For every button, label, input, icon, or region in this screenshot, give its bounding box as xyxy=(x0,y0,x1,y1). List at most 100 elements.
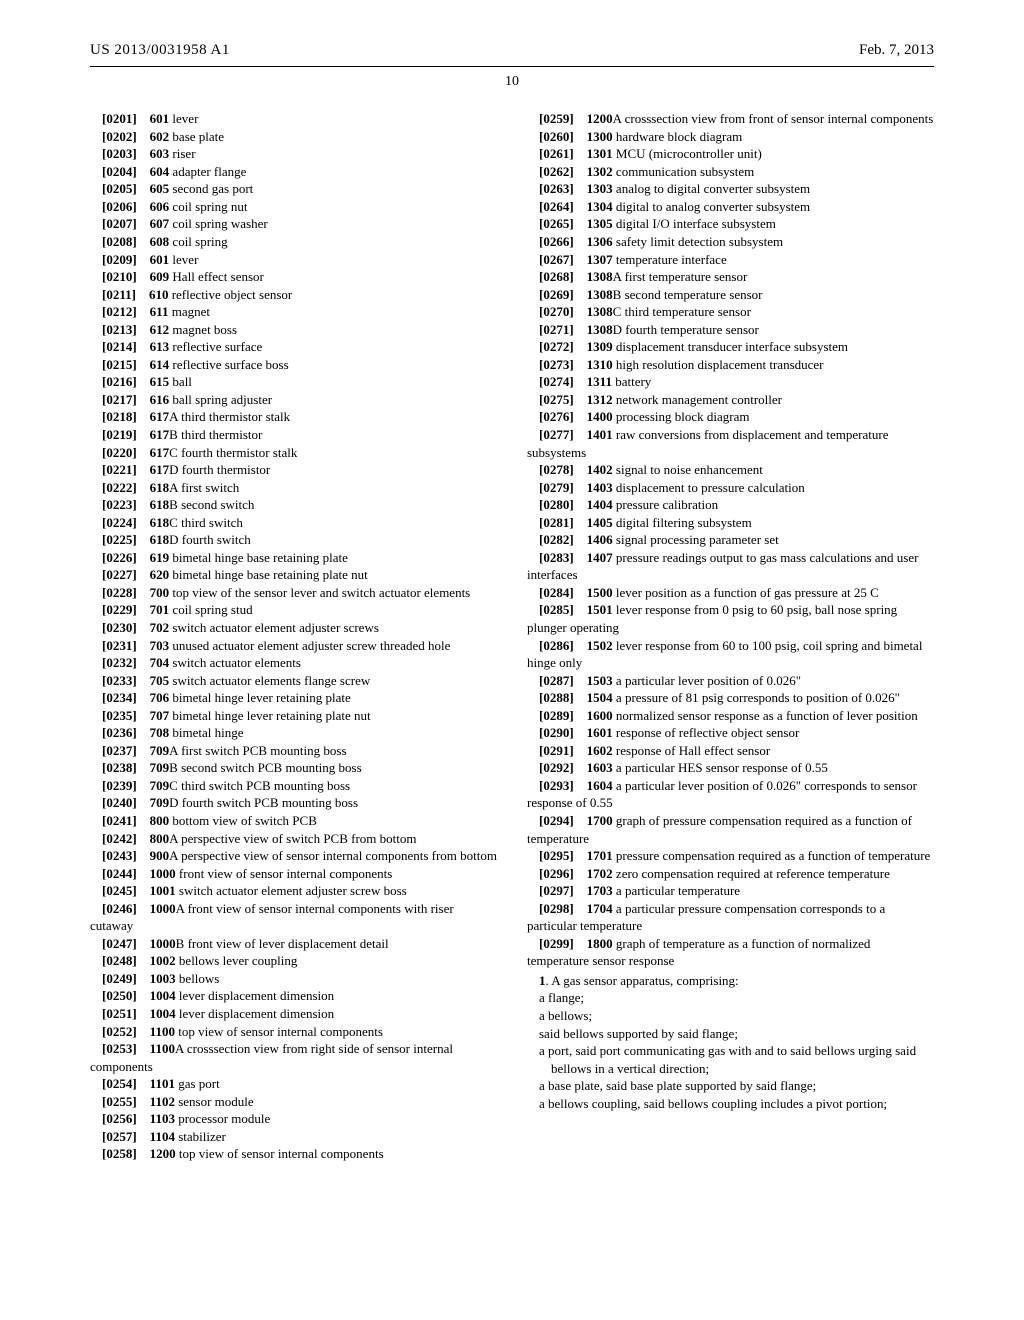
entry-text: response of reflective object sensor xyxy=(613,725,800,740)
paragraph-number: [0228] xyxy=(102,585,137,600)
entry-text: a particular temperature xyxy=(613,883,740,898)
entry-text: top view of the sensor lever and switch … xyxy=(169,585,470,600)
paragraph-number: [0217] xyxy=(102,392,137,407)
reference-numeral: 703 xyxy=(150,638,170,653)
entry-text: reflective surface boss xyxy=(169,357,288,372)
paragraph-number: [0215] xyxy=(102,357,137,372)
paragraph-number: [0224] xyxy=(102,515,137,530)
entry-text: coil spring nut xyxy=(169,199,247,214)
reference-numeral: 1404 xyxy=(587,497,613,512)
paragraph-entry: [0233] 705 switch actuator elements flan… xyxy=(90,672,497,690)
paragraph-entry: [0273] 1310 high resolution displacement… xyxy=(527,356,934,374)
claim-element: a base plate, said base plate supported … xyxy=(527,1077,934,1095)
paragraph-entry: [0266] 1306 safety limit detection subsy… xyxy=(527,233,934,251)
reference-numeral: 606 xyxy=(150,199,170,214)
reference-numeral: 608 xyxy=(150,234,170,249)
paragraph-number: [0275] xyxy=(539,392,574,407)
entry-text: switch actuator element adjuster screws xyxy=(169,620,379,635)
entry-text: magnet boss xyxy=(169,322,237,337)
paragraph-entry: [0206] 606 coil spring nut xyxy=(90,198,497,216)
entry-text: a particular pressure compensation corre… xyxy=(527,901,885,934)
reference-numeral: 1604 xyxy=(587,778,613,793)
paragraph-number: [0258] xyxy=(102,1146,137,1161)
paragraph-entry: [0242] 800A perspective view of switch P… xyxy=(90,830,497,848)
entry-text: zero compensation required at reference … xyxy=(613,866,890,881)
reference-numeral: 704 xyxy=(150,655,170,670)
reference-numeral: 1308 xyxy=(587,269,613,284)
entry-text: bimetal hinge base retaining plate nut xyxy=(169,567,368,582)
entry-text: top view of sensor internal components xyxy=(175,1024,383,1039)
paragraph-number: [0251] xyxy=(102,1006,137,1021)
paragraph-entry: [0213] 612 magnet boss xyxy=(90,321,497,339)
reference-numeral: 1101 xyxy=(150,1076,175,1091)
paragraph-number: [0267] xyxy=(539,252,574,267)
paragraph-number: [0202] xyxy=(102,129,137,144)
publication-date: Feb. 7, 2013 xyxy=(859,40,934,60)
reference-numeral: 1103 xyxy=(150,1111,175,1126)
entry-text: A first switch PCB mounting boss xyxy=(169,743,346,758)
reference-numeral: 617 xyxy=(150,409,170,424)
paragraph-number: [0249] xyxy=(102,971,137,986)
reference-numeral: 1307 xyxy=(587,252,613,267)
paragraph-number: [0296] xyxy=(539,866,574,881)
entry-text: B second switch xyxy=(169,497,254,512)
paragraph-number: [0231] xyxy=(102,638,137,653)
reference-numeral: 603 xyxy=(150,146,170,161)
reference-numeral: 1300 xyxy=(587,129,613,144)
paragraph-number: [0252] xyxy=(102,1024,137,1039)
paragraph-entry: [0267] 1307 temperature interface xyxy=(527,251,934,269)
reference-numeral: 1309 xyxy=(587,339,613,354)
reference-numeral: 700 xyxy=(150,585,170,600)
paragraph-entry: [0210] 609 Hall effect sensor xyxy=(90,268,497,286)
reference-numeral: 612 xyxy=(150,322,170,337)
entry-text: lever xyxy=(169,252,198,267)
paragraph-entry: [0249] 1003 bellows xyxy=(90,970,497,988)
paragraph-number: [0247] xyxy=(102,936,137,951)
body-columns: [0201] 601 lever[0202] 602 base plate[02… xyxy=(90,110,934,1163)
entry-text: digital filtering subsystem xyxy=(613,515,752,530)
paragraph-number: [0238] xyxy=(102,760,137,775)
reference-numeral: 1702 xyxy=(587,866,613,881)
reference-numeral: 706 xyxy=(150,690,170,705)
paragraph-entry: [0218] 617A third thermistor stalk xyxy=(90,408,497,426)
entry-text: a particular lever position of 0.026" xyxy=(613,673,801,688)
paragraph-entry: [0224] 618C third switch xyxy=(90,514,497,532)
paragraph-entry: [0203] 603 riser xyxy=(90,145,497,163)
paragraph-entry: [0256] 1103 processor module xyxy=(90,1110,497,1128)
reference-numeral: 1308 xyxy=(587,304,613,319)
reference-numeral: 1302 xyxy=(587,164,613,179)
paragraph-number: [0205] xyxy=(102,181,137,196)
reference-numeral: 1405 xyxy=(587,515,613,530)
paragraph-entry: [0216] 615 ball xyxy=(90,373,497,391)
paragraph-number: [0233] xyxy=(102,673,137,688)
paragraph-entry: [0226] 619 bimetal hinge base retaining … xyxy=(90,549,497,567)
paragraph-entry: [0290] 1601 response of reflective objec… xyxy=(527,724,934,742)
paragraph-number: [0204] xyxy=(102,164,137,179)
paragraph-entry: [0275] 1312 network management controlle… xyxy=(527,391,934,409)
paragraph-number: [0213] xyxy=(102,322,137,337)
reference-numeral: 1407 xyxy=(587,550,613,565)
entry-text: front view of sensor internal components xyxy=(176,866,393,881)
left-column: [0201] 601 lever[0202] 602 base plate[02… xyxy=(90,110,497,1163)
paragraph-entry: [0229] 701 coil spring stud xyxy=(90,601,497,619)
reference-numeral: 601 xyxy=(150,252,170,267)
entry-text: base plate xyxy=(169,129,224,144)
entry-text: communication subsystem xyxy=(613,164,755,179)
reference-numeral: 1004 xyxy=(150,988,176,1003)
claim-lead: 1. A gas sensor apparatus, comprising: xyxy=(527,972,934,990)
paragraph-entry: [0240] 709D fourth switch PCB mounting b… xyxy=(90,794,497,812)
paragraph-entry: [0285] 1501 lever response from 0 psig t… xyxy=(527,601,934,636)
reference-numeral: 1306 xyxy=(587,234,613,249)
paragraph-number: [0284] xyxy=(539,585,574,600)
reference-numeral: 614 xyxy=(150,357,170,372)
paragraph-entry: [0215] 614 reflective surface boss xyxy=(90,356,497,374)
paragraph-number: [0297] xyxy=(539,883,574,898)
paragraph-entry: [0276] 1400 processing block diagram xyxy=(527,408,934,426)
reference-numeral: 1700 xyxy=(587,813,613,828)
paragraph-entry: [0286] 1502 lever response from 60 to 10… xyxy=(527,637,934,672)
reference-numeral: 800 xyxy=(150,813,170,828)
entry-text: reflective object sensor xyxy=(168,287,292,302)
entry-text: B third thermistor xyxy=(169,427,262,442)
reference-numeral: 702 xyxy=(150,620,170,635)
paragraph-entry: [0251] 1004 lever displacement dimension xyxy=(90,1005,497,1023)
